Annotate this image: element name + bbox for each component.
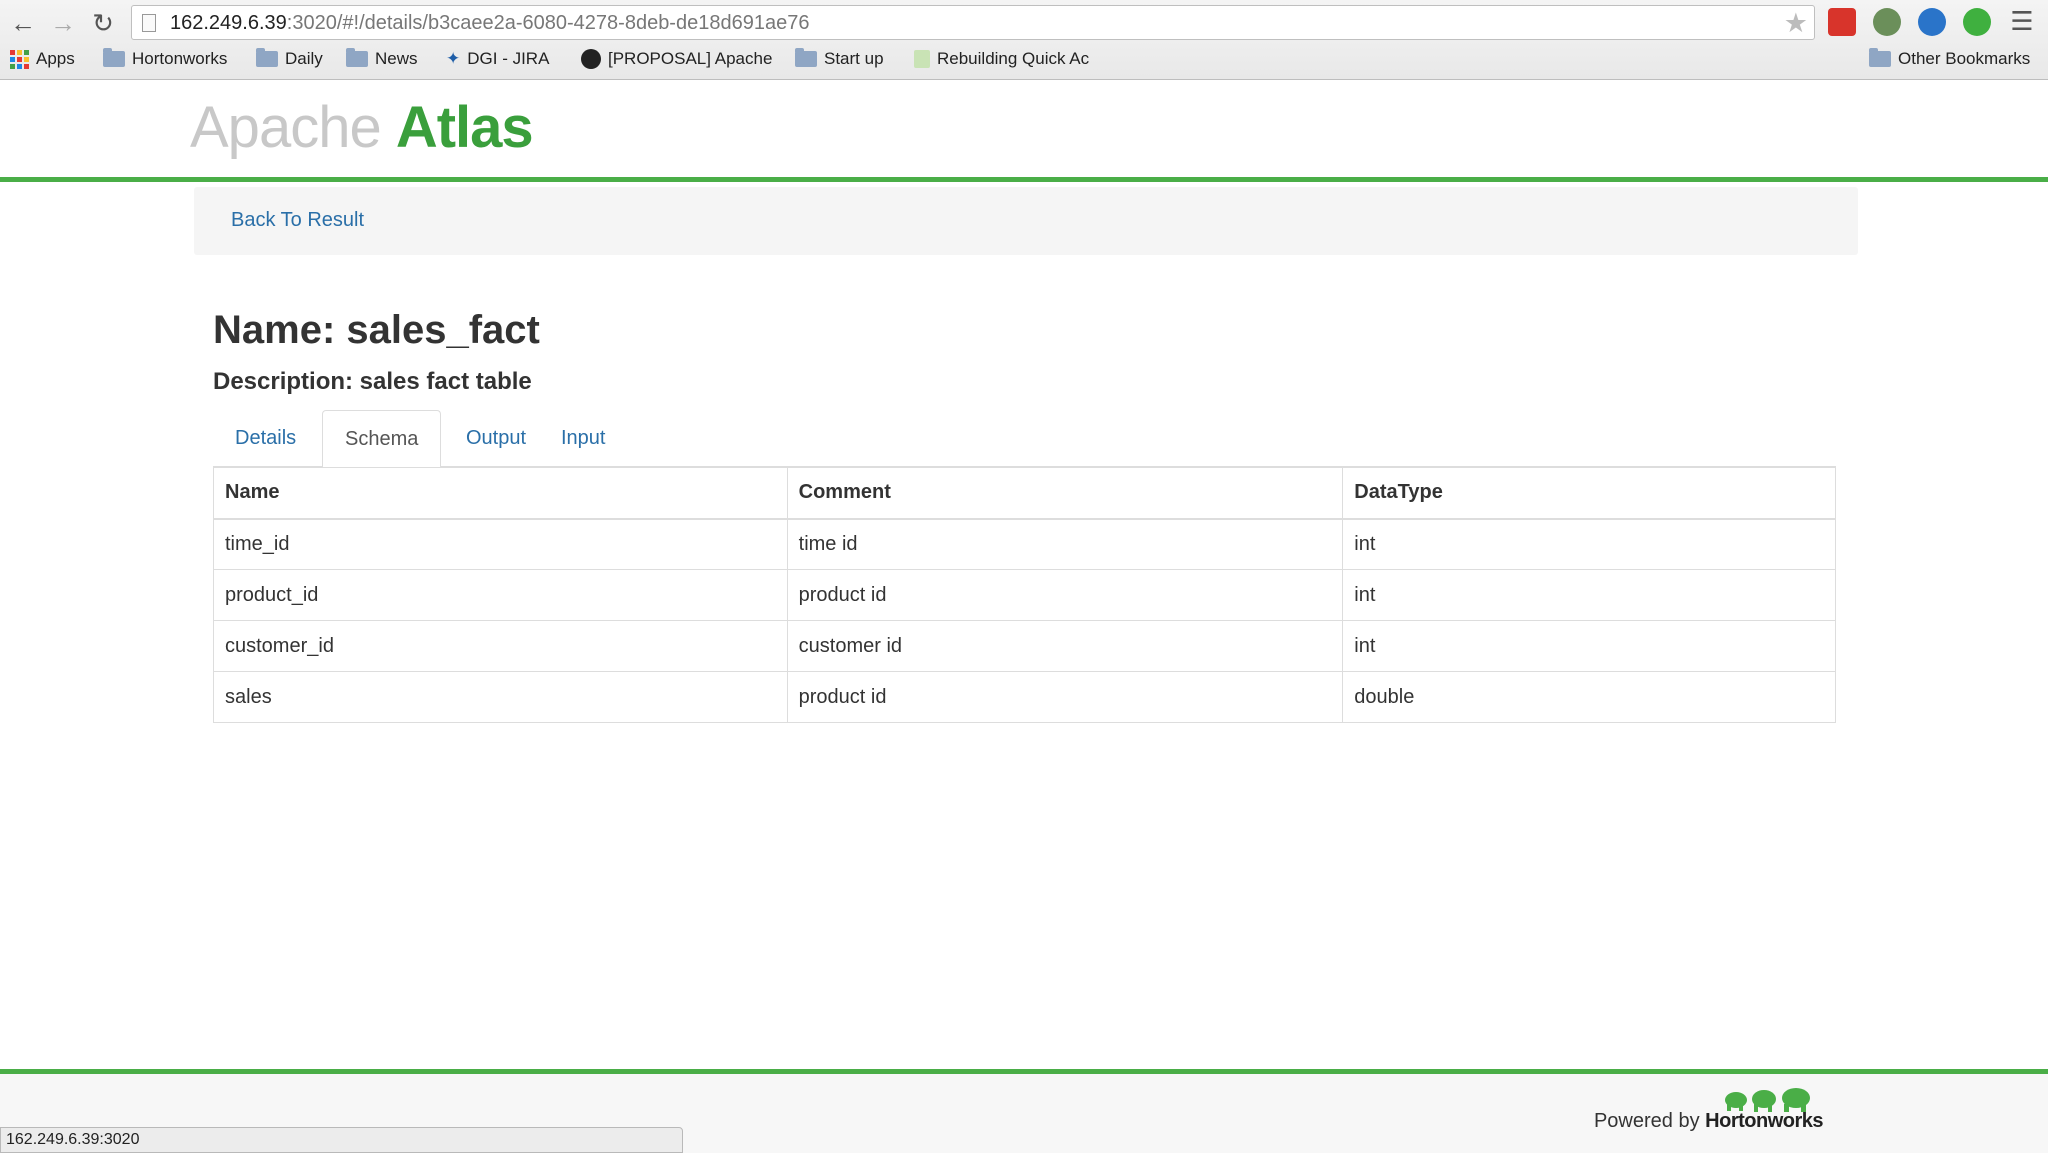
table-row: product_id product id int bbox=[213, 569, 1836, 621]
column-header-datatype: DataType bbox=[1342, 467, 1836, 519]
column-header-name: Name bbox=[213, 467, 788, 519]
table-row: sales product id double bbox=[213, 671, 1836, 723]
apps-grid-icon bbox=[10, 49, 29, 69]
folder-icon bbox=[1869, 48, 1891, 67]
bookmark-other[interactable]: Other Bookmarks bbox=[1869, 48, 2030, 69]
bookmark-rebuilding-quick[interactable]: Rebuilding Quick Ac bbox=[914, 49, 1089, 69]
cell-comment: product id bbox=[786, 569, 1344, 621]
extension-blue-icon[interactable] bbox=[1918, 8, 1946, 36]
back-to-result-link[interactable]: Back To Result bbox=[231, 209, 364, 232]
cell-datatype: int bbox=[1342, 518, 1836, 570]
url-text[interactable]: 162.249.6.39:3020/#!/details/b3caee2a-60… bbox=[170, 12, 809, 35]
github-icon bbox=[581, 49, 601, 69]
cell-name: time_id bbox=[213, 518, 788, 570]
bookmark-hortonworks[interactable]: Hortonworks bbox=[103, 48, 227, 69]
table-row: time_id time id int bbox=[213, 518, 1836, 570]
extension-red-icon[interactable] bbox=[1828, 8, 1856, 36]
cell-comment: product id bbox=[786, 671, 1344, 723]
cell-name: product_id bbox=[213, 569, 788, 621]
tab-output[interactable]: Output bbox=[444, 410, 548, 467]
cell-comment: time id bbox=[786, 518, 1344, 570]
folder-icon bbox=[256, 48, 278, 67]
reload-icon[interactable]: ↻ bbox=[88, 8, 118, 38]
browser-status-bar: 162.249.6.39:3020 bbox=[0, 1127, 683, 1153]
cell-datatype: int bbox=[1342, 620, 1836, 672]
table-header-row: Name Comment DataType bbox=[213, 467, 1836, 519]
back-bar: Back To Result bbox=[194, 187, 1858, 255]
forward-arrow-icon[interactable]: → bbox=[48, 8, 78, 38]
extension-green-icon[interactable] bbox=[1963, 8, 1991, 36]
cell-comment: customer id bbox=[786, 620, 1344, 672]
entity-description: Description: sales fact table bbox=[213, 368, 532, 395]
bookmark-daily[interactable]: Daily bbox=[256, 48, 323, 69]
folder-icon bbox=[103, 48, 125, 67]
browser-toolbar: ← → ↻ 162.249.6.39:3020/#!/details/b3cae… bbox=[0, 0, 2048, 80]
jira-icon: ✦ bbox=[446, 49, 461, 68]
address-bar[interactable]: 162.249.6.39:3020/#!/details/b3caee2a-60… bbox=[131, 5, 1815, 40]
powered-by: Powered by Hortonworks bbox=[1593, 1110, 1824, 1132]
tab-details[interactable]: Details bbox=[213, 410, 318, 467]
app-header: Apache Atlas bbox=[0, 80, 2048, 182]
cell-name: customer_id bbox=[213, 620, 788, 672]
bookmark-apps[interactable]: Apps bbox=[10, 49, 75, 69]
evernote-icon[interactable] bbox=[1873, 8, 1901, 36]
folder-icon bbox=[795, 48, 817, 67]
entity-name: Name: sales_fact bbox=[213, 308, 540, 352]
bookmark-proposal-apache[interactable]: [PROPOSAL] Apache bbox=[581, 49, 772, 69]
tab-input[interactable]: Input bbox=[539, 410, 627, 467]
bookmark-star-icon[interactable]: ★ bbox=[1784, 8, 1808, 39]
schema-table: Name Comment DataType time_id time id in… bbox=[213, 467, 1836, 723]
hortonworks-elephants-icon bbox=[1725, 1088, 1810, 1112]
table-row: customer_id customer id int bbox=[213, 620, 1836, 672]
bookmark-dgi-jira[interactable]: ✦ DGI - JIRA bbox=[446, 49, 549, 69]
cell-datatype: int bbox=[1342, 569, 1836, 621]
tab-schema[interactable]: Schema bbox=[322, 410, 442, 468]
page-icon bbox=[914, 50, 930, 68]
back-arrow-icon[interactable]: ← bbox=[8, 8, 38, 38]
folder-icon bbox=[346, 48, 368, 67]
column-header-comment: Comment bbox=[786, 467, 1344, 519]
page-icon bbox=[142, 14, 156, 32]
bookmarks-bar: Apps Hortonworks Daily News ✦ DGI - JIRA… bbox=[0, 46, 2048, 76]
detail-tabs: Details Schema Output Input bbox=[213, 410, 1836, 468]
hortonworks-logo[interactable]: Hortonworks bbox=[1705, 1110, 1823, 1132]
bookmark-news[interactable]: News bbox=[346, 48, 418, 69]
menu-icon[interactable]: ☰ bbox=[2008, 8, 2036, 36]
apache-atlas-logo[interactable]: Apache Atlas bbox=[190, 94, 534, 161]
cell-datatype: double bbox=[1342, 671, 1836, 723]
cell-name: sales bbox=[213, 671, 788, 723]
bookmark-start-up[interactable]: Start up bbox=[795, 48, 884, 69]
